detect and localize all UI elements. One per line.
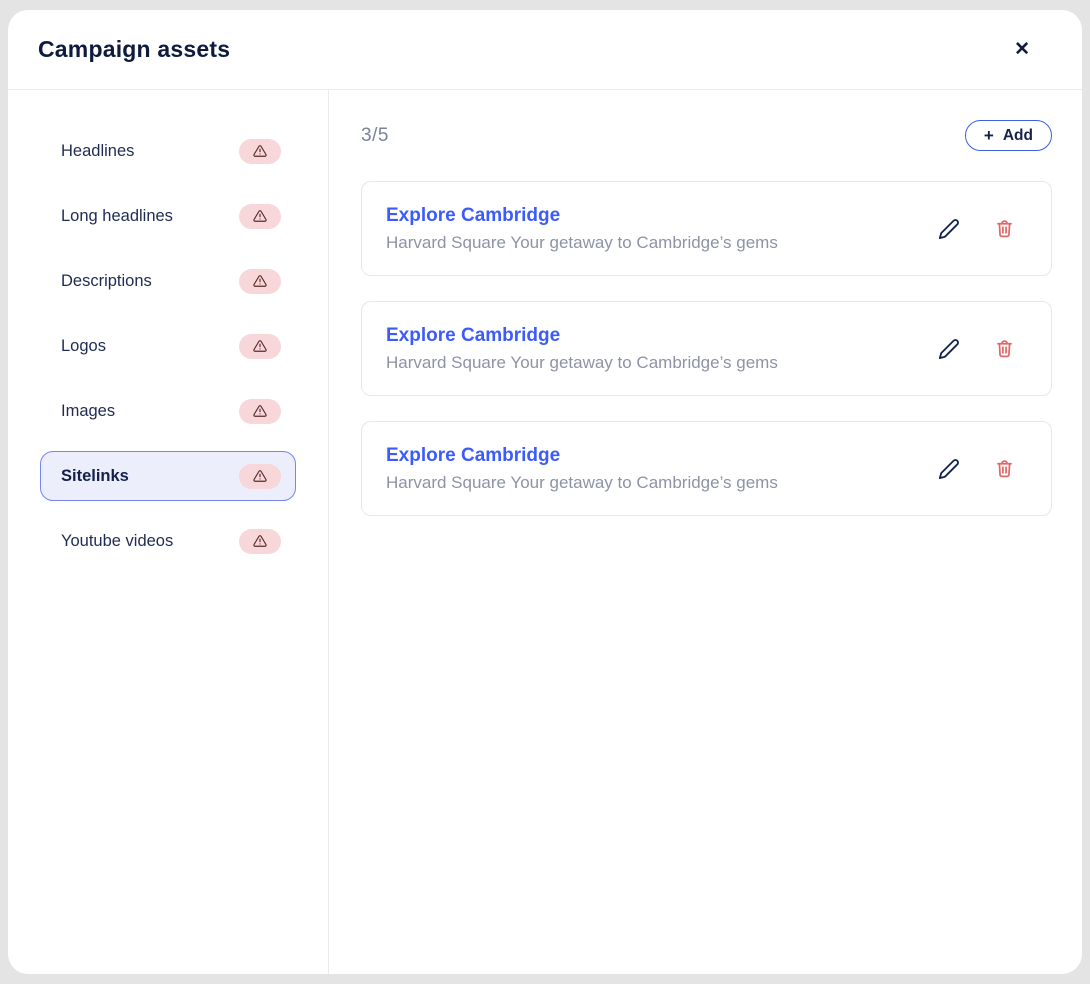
sidebar-item-label: Sitelinks	[61, 467, 129, 486]
asset-card-text: Explore Cambridge Harvard Square Your ge…	[386, 325, 778, 373]
alert-triangle-icon	[253, 339, 267, 353]
warning-badge	[239, 204, 281, 229]
asset-title: Explore Cambridge	[386, 325, 778, 347]
asset-card-text: Explore Cambridge Harvard Square Your ge…	[386, 445, 778, 493]
edit-button[interactable]	[938, 458, 960, 480]
asset-card-actions	[938, 338, 1015, 360]
pencil-icon	[938, 458, 960, 480]
modal-body: Headlines Long headlines Descriptions	[8, 90, 1082, 974]
sidebar-item-label: Logos	[61, 337, 106, 356]
warning-badge	[239, 269, 281, 294]
asset-count: 3/5	[361, 125, 389, 147]
asset-card: Explore Cambridge Harvard Square Your ge…	[361, 181, 1052, 276]
pencil-icon	[938, 338, 960, 360]
edit-button[interactable]	[938, 218, 960, 240]
sidebar-item-images[interactable]: Images	[40, 386, 296, 436]
alert-triangle-icon	[253, 534, 267, 548]
asset-description: Harvard Square Your getaway to Cambridge…	[386, 353, 778, 373]
edit-button[interactable]	[938, 338, 960, 360]
asset-card: Explore Cambridge Harvard Square Your ge…	[361, 421, 1052, 516]
asset-title: Explore Cambridge	[386, 205, 778, 227]
sidebar-item-logos[interactable]: Logos	[40, 321, 296, 371]
asset-card-text: Explore Cambridge Harvard Square Your ge…	[386, 205, 778, 253]
asset-card-actions	[938, 218, 1015, 240]
sidebar-item-youtube-videos[interactable]: Youtube videos	[40, 516, 296, 566]
alert-triangle-icon	[253, 274, 267, 288]
asset-card: Explore Cambridge Harvard Square Your ge…	[361, 301, 1052, 396]
pencil-icon	[938, 218, 960, 240]
sidebar-item-label: Images	[61, 402, 115, 421]
modal-header: Campaign assets ✕	[8, 10, 1082, 90]
warning-badge	[239, 334, 281, 359]
asset-types-sidebar: Headlines Long headlines Descriptions	[8, 90, 329, 974]
warning-badge	[239, 464, 281, 489]
assets-panel: 3/5 + Add Explore Cambridge Harvard Squa…	[329, 90, 1082, 974]
sidebar-item-sitelinks[interactable]: Sitelinks	[40, 451, 296, 501]
add-button[interactable]: + Add	[965, 120, 1052, 151]
alert-triangle-icon	[253, 469, 267, 483]
asset-description: Harvard Square Your getaway to Cambridge…	[386, 233, 778, 253]
sidebar-item-label: Long headlines	[61, 207, 173, 226]
plus-icon: +	[984, 126, 994, 146]
asset-description: Harvard Square Your getaway to Cambridge…	[386, 473, 778, 493]
asset-card-actions	[938, 458, 1015, 480]
asset-card-list: Explore Cambridge Harvard Square Your ge…	[361, 181, 1052, 516]
asset-title: Explore Cambridge	[386, 445, 778, 467]
trash-icon[interactable]	[994, 458, 1015, 479]
sidebar-item-long-headlines[interactable]: Long headlines	[40, 191, 296, 241]
warning-badge	[239, 399, 281, 424]
campaign-assets-modal: Campaign assets ✕ Headlines Long headlin…	[8, 10, 1082, 974]
alert-triangle-icon	[253, 144, 267, 158]
sidebar-item-label: Headlines	[61, 142, 134, 161]
sidebar-item-label: Youtube videos	[61, 532, 173, 551]
sidebar-item-headlines[interactable]: Headlines	[40, 126, 296, 176]
add-button-label: Add	[1003, 127, 1033, 145]
assets-toolbar: 3/5 + Add	[361, 120, 1052, 151]
warning-badge	[239, 529, 281, 554]
alert-triangle-icon	[253, 209, 267, 223]
warning-badge	[239, 139, 281, 164]
page-title: Campaign assets	[38, 36, 230, 63]
trash-icon[interactable]	[994, 218, 1015, 239]
trash-icon[interactable]	[994, 338, 1015, 359]
sidebar-item-label: Descriptions	[61, 272, 152, 291]
sidebar-item-descriptions[interactable]: Descriptions	[40, 256, 296, 306]
alert-triangle-icon	[253, 404, 267, 418]
close-icon[interactable]: ✕	[1010, 36, 1034, 63]
